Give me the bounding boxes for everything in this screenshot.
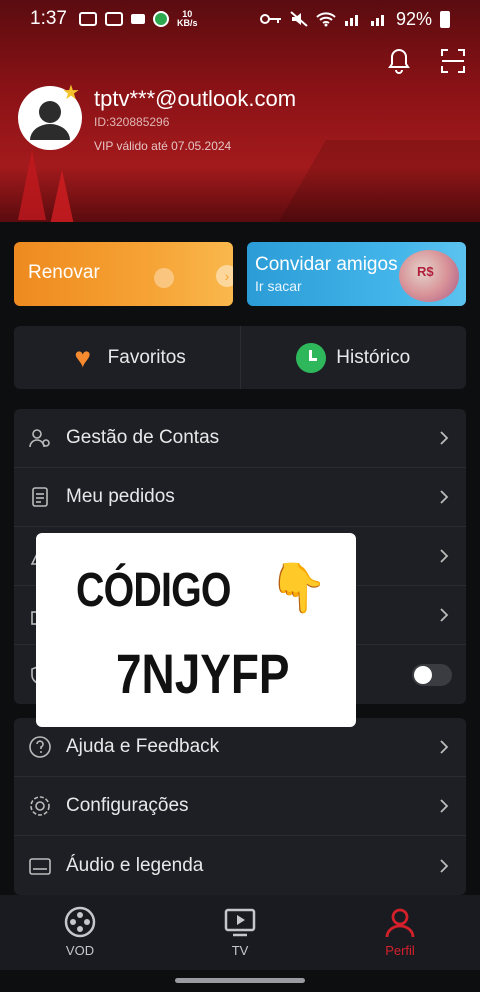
signal-icon (344, 15, 358, 26)
account-email: tptv***@outlook.com (94, 86, 297, 111)
clock-icon (296, 342, 327, 373)
promo-code: 7NJYFP (116, 642, 290, 705)
signal-icon (370, 15, 384, 26)
account-manage-icon (28, 426, 52, 450)
notification-icon (104, 12, 123, 26)
menu-label: Meu pedidos (66, 486, 175, 507)
menu-item-orders[interactable]: Meu pedidos (14, 468, 466, 527)
toggle-switch[interactable] (412, 663, 452, 686)
menu-label: Configurações (66, 795, 189, 816)
chevron-right-icon (436, 798, 452, 814)
tab-tv[interactable]: TV (160, 895, 320, 970)
wifi-icon (316, 12, 336, 27)
app-notification-icon (152, 11, 169, 27)
chevron-right-icon: › (216, 265, 233, 287)
tab-vod[interactable]: VOD (0, 895, 160, 970)
currency-badge: R$ (417, 264, 434, 279)
decor-shape (18, 150, 46, 220)
renew-button[interactable]: Renovar › (14, 242, 233, 306)
promo-code-overlay: CÓDIGO 👇 7NJYFP (36, 533, 356, 727)
chevron-right-icon (436, 430, 452, 446)
pointing-hand-icon: 👇 (268, 562, 328, 615)
chevron-right-icon (436, 548, 452, 564)
help-icon (28, 735, 52, 759)
vip-expiry: VIP válido até 07.05.2024 (94, 139, 232, 153)
favorites-button[interactable]: ♥ Favoritos (14, 326, 240, 389)
chevron-right-icon (436, 858, 452, 874)
menu-item-settings[interactable]: Configurações (14, 777, 466, 836)
gesture-bar (0, 970, 480, 992)
chevron-right-icon (436, 739, 452, 755)
scan-icon[interactable] (440, 46, 466, 76)
renew-label: Renovar (28, 262, 100, 283)
film-reel-icon (64, 906, 96, 938)
mute-icon (290, 11, 308, 27)
key-icon (259, 14, 281, 24)
battery-percent: 92% (395, 8, 432, 29)
tab-label: VOD (65, 943, 95, 958)
invite-label: Convidar amigos (255, 254, 398, 275)
chevron-right-icon (436, 489, 452, 505)
bottom-navigation: VOD TV Perfil (0, 895, 480, 970)
support-menu: Ajuda e Feedback Configurações Áudio e l… (14, 718, 466, 895)
menu-label: Gestão de Contas (66, 427, 220, 448)
chevron-right-icon (436, 607, 452, 623)
tab-profile[interactable]: Perfil (320, 895, 480, 970)
battery-icon (440, 10, 450, 28)
quick-access-bar: ♥ Favoritos Histórico (14, 326, 466, 389)
settings-icon (28, 794, 52, 818)
video-icon (130, 14, 145, 24)
decor-shape (274, 140, 480, 222)
menu-item-audio-subtitles[interactable]: Áudio e legenda (14, 836, 466, 895)
menu-label: Ajuda e Feedback (66, 736, 220, 757)
notification-icon (78, 12, 97, 26)
profile-header: 1:37 10 KB/s 92% ★ tptv***@outlook.com I… (0, 0, 480, 222)
code-title: CÓDIGO (76, 564, 232, 617)
status-bar: 1:37 10 KB/s 92% (0, 0, 480, 38)
menu-label: Áudio e legenda (66, 854, 204, 876)
heart-icon: ♥ (74, 341, 91, 373)
network-speed: 10 KB/s (176, 9, 198, 28)
status-time: 1:37 (30, 8, 67, 29)
favorites-label: Favoritos (107, 346, 186, 368)
decor-shape (50, 170, 74, 222)
invite-friends-button[interactable]: Convidar amigos Ir sacar R$ (247, 242, 466, 306)
tab-label: Perfil (385, 943, 415, 958)
user-icon (385, 908, 415, 938)
decor-dot (154, 268, 174, 288)
subtitles-icon (28, 854, 52, 878)
account-id: ID:320885296 (94, 115, 170, 129)
history-button[interactable]: Histórico (241, 326, 467, 389)
tv-icon (224, 908, 256, 937)
menu-item-account-management[interactable]: Gestão de Contas (14, 409, 466, 468)
invite-sub-label: Ir sacar (255, 278, 302, 294)
bell-icon[interactable] (386, 46, 412, 76)
history-label: Histórico (336, 346, 411, 368)
home-indicator[interactable] (175, 978, 305, 983)
orders-icon (28, 485, 52, 509)
tab-label: TV (231, 943, 249, 958)
crown-icon: ★ (62, 82, 80, 104)
